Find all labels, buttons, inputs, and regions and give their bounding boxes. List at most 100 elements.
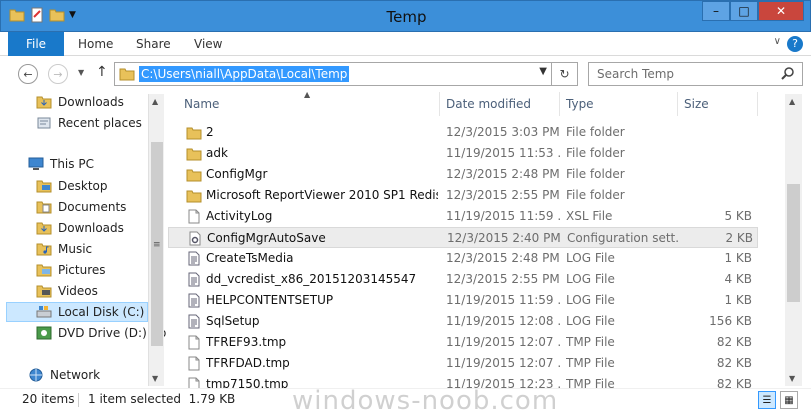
large-icons-view-button[interactable]: ▦ [780,391,798,409]
file-type: LOG File [566,293,615,307]
file-row[interactable]: TFRFDAD.tmp 11/19/2015 12:07 ... TMP File 8… [168,353,758,374]
file-row[interactable]: TFREF93.tmp 11/19/2015 12:07 ... TMP File 8… [168,332,758,353]
scroll-down-icon[interactable]: ▼ [152,374,158,383]
file-row[interactable]: dd_vcredist_x86_20151203145547 12/3/2015 … [168,269,758,290]
scroll-up-icon[interactable]: ▲ [152,97,158,106]
file-size: 82 KB [716,377,752,388]
search-box[interactable]: Search Temp [588,62,803,86]
file-name[interactable]: TFREF93.tmp [206,332,438,353]
back-button[interactable]: ← [18,64,38,84]
refresh-button[interactable]: ↻ [552,62,578,86]
nav-item-videos[interactable]: Videos [36,281,98,301]
help-icon[interactable]: ? [787,36,803,52]
file-name[interactable]: ConfigMgr [206,164,438,185]
file-row[interactable]: ConfigMgr 12/3/2015 2:48 PM File folder [168,164,758,185]
file-row[interactable]: adk 11/19/2015 11:53 ... File folder [168,143,758,164]
scroll-down-icon[interactable]: ▼ [789,374,795,383]
tab-share[interactable]: Share [136,32,171,56]
nav-item-downloads-pc[interactable]: Downloads [36,218,124,238]
close-button[interactable]: ✕ [758,1,804,21]
file-row[interactable]: ActivityLog 11/19/2015 11:59 ... XSL File 5… [168,206,758,227]
search-input[interactable]: Search Temp [597,67,674,81]
large-icons-view-icon: ▦ [784,394,794,406]
folder-icon [186,169,202,182]
file-row[interactable]: SqlSetup 11/19/2015 12:08 ... LOG File 156 … [168,311,758,332]
folder-icon [36,201,52,214]
file-row[interactable]: ConfigMgrAutoSave 12/3/2015 2:40 PM Config… [168,227,758,248]
file-name[interactable]: dd_vcredist_x86_20151203145547 [206,269,438,290]
config-file-icon [189,231,201,246]
file-row[interactable]: HELPCONTENTSETUP 11/19/2015 11:59 ... LOG … [168,290,758,311]
file-name[interactable]: Microsoft ReportViewer 2010 SP1 Redistri… [206,185,438,206]
ribbon: File Home Share View ∨ ? [0,32,811,56]
tab-home[interactable]: Home [78,32,113,56]
column-date-modified[interactable]: Date modified [440,92,560,116]
nav-item-label: This PC [50,157,94,171]
network-icon [29,368,43,382]
column-size[interactable]: Size [678,92,758,116]
navigation-scrollbar[interactable]: ▲ ≡ ▼ [148,94,164,386]
scroll-up-icon[interactable]: ▲ [789,97,795,106]
file-name[interactable]: TFRFDAD.tmp [206,353,438,374]
maximize-button[interactable]: □ [730,1,758,21]
file-name[interactable]: CreateTsMedia [206,248,438,269]
tab-file[interactable]: File [8,32,64,56]
search-icon[interactable] [780,66,796,82]
file-type: TMP File [566,335,615,349]
nav-item-downloads[interactable]: Downloads [36,92,124,112]
nav-item-network[interactable]: Network [28,365,100,385]
nav-item-pictures[interactable]: Pictures [36,260,106,280]
recent-locations-icon[interactable]: ▼ [78,68,84,77]
file-size: 1 KB [724,251,752,265]
file-date: 11/19/2015 12:08 ... [446,314,561,328]
file-date: 11/19/2015 11:59 ... [446,209,561,223]
file-row[interactable]: 2 12/3/2015 3:03 PM File folder [168,122,758,143]
file-icon [188,356,200,371]
expand-ribbon-icon[interactable]: ∨ [774,36,781,47]
file-type: LOG File [566,314,615,328]
nav-item-desktop[interactable]: Desktop [36,176,108,196]
file-name[interactable]: ConfigMgrAutoSave [207,228,439,249]
file-date: 12/3/2015 2:48 PM [446,251,560,265]
file-name[interactable]: 2 [206,122,438,143]
file-row[interactable]: CreateTsMedia 12/3/2015 2:48 PM LOG File 1 … [168,248,758,269]
folder-icon [119,68,135,81]
forward-button[interactable]: → [48,64,68,84]
column-name[interactable]: Name [178,92,440,116]
details-view-button[interactable]: ☰ [758,391,776,409]
address-toolbar: ← → ▼ ↑ C:\Users\niall\AppData\Local\Tem… [0,56,811,92]
file-name[interactable]: adk [206,143,438,164]
file-row[interactable]: Microsoft ReportViewer 2010 SP1 Redistri… [168,185,758,206]
file-name[interactable]: SqlSetup [206,311,438,332]
nav-item-label: Recent places [58,116,142,130]
minimize-button[interactable]: – [702,1,730,21]
file-date: 12/3/2015 2:55 PM [446,188,560,202]
file-icon [188,209,200,224]
tab-view[interactable]: View [194,32,222,56]
file-size: 82 KB [716,335,752,349]
address-path[interactable]: C:\Users\niall\AppData\Local\Temp [139,66,350,82]
file-size: 156 KB [709,314,752,328]
file-date: 11/19/2015 11:59 ... [446,293,561,307]
this-pc-icon [28,157,44,170]
file-type: XSL File [566,209,613,223]
file-icon [188,335,200,350]
nav-item-documents[interactable]: Documents [36,197,126,217]
selection-info: 1 item selected 1.79 KB [88,392,236,406]
up-arrow-icon[interactable]: ↑ [96,64,108,80]
file-name[interactable]: HELPCONTENTSETUP [206,290,438,311]
nav-item-dvd-drive[interactable]: DVD Drive (D:) Co [36,323,166,343]
downloads-icon [36,96,52,109]
file-name[interactable]: ActivityLog [206,206,438,227]
nav-item-recent-places[interactable]: Recent places [36,113,142,133]
file-type: TMP File [566,356,615,370]
file-list-scrollbar[interactable]: ▲ ▼ [785,94,802,386]
column-type[interactable]: Type [560,92,678,116]
nav-item-local-disk[interactable]: Local Disk (C:) [6,302,148,322]
folder-icon [186,127,202,140]
nav-item-this-pc[interactable]: This PC [28,154,94,174]
address-dropdown-icon[interactable]: ▼ [539,66,547,77]
nav-item-music[interactable]: Music [36,239,92,259]
address-bar[interactable]: C:\Users\niall\AppData\Local\Temp ▼ [114,62,552,86]
scrollbar-thumb[interactable] [787,184,800,302]
